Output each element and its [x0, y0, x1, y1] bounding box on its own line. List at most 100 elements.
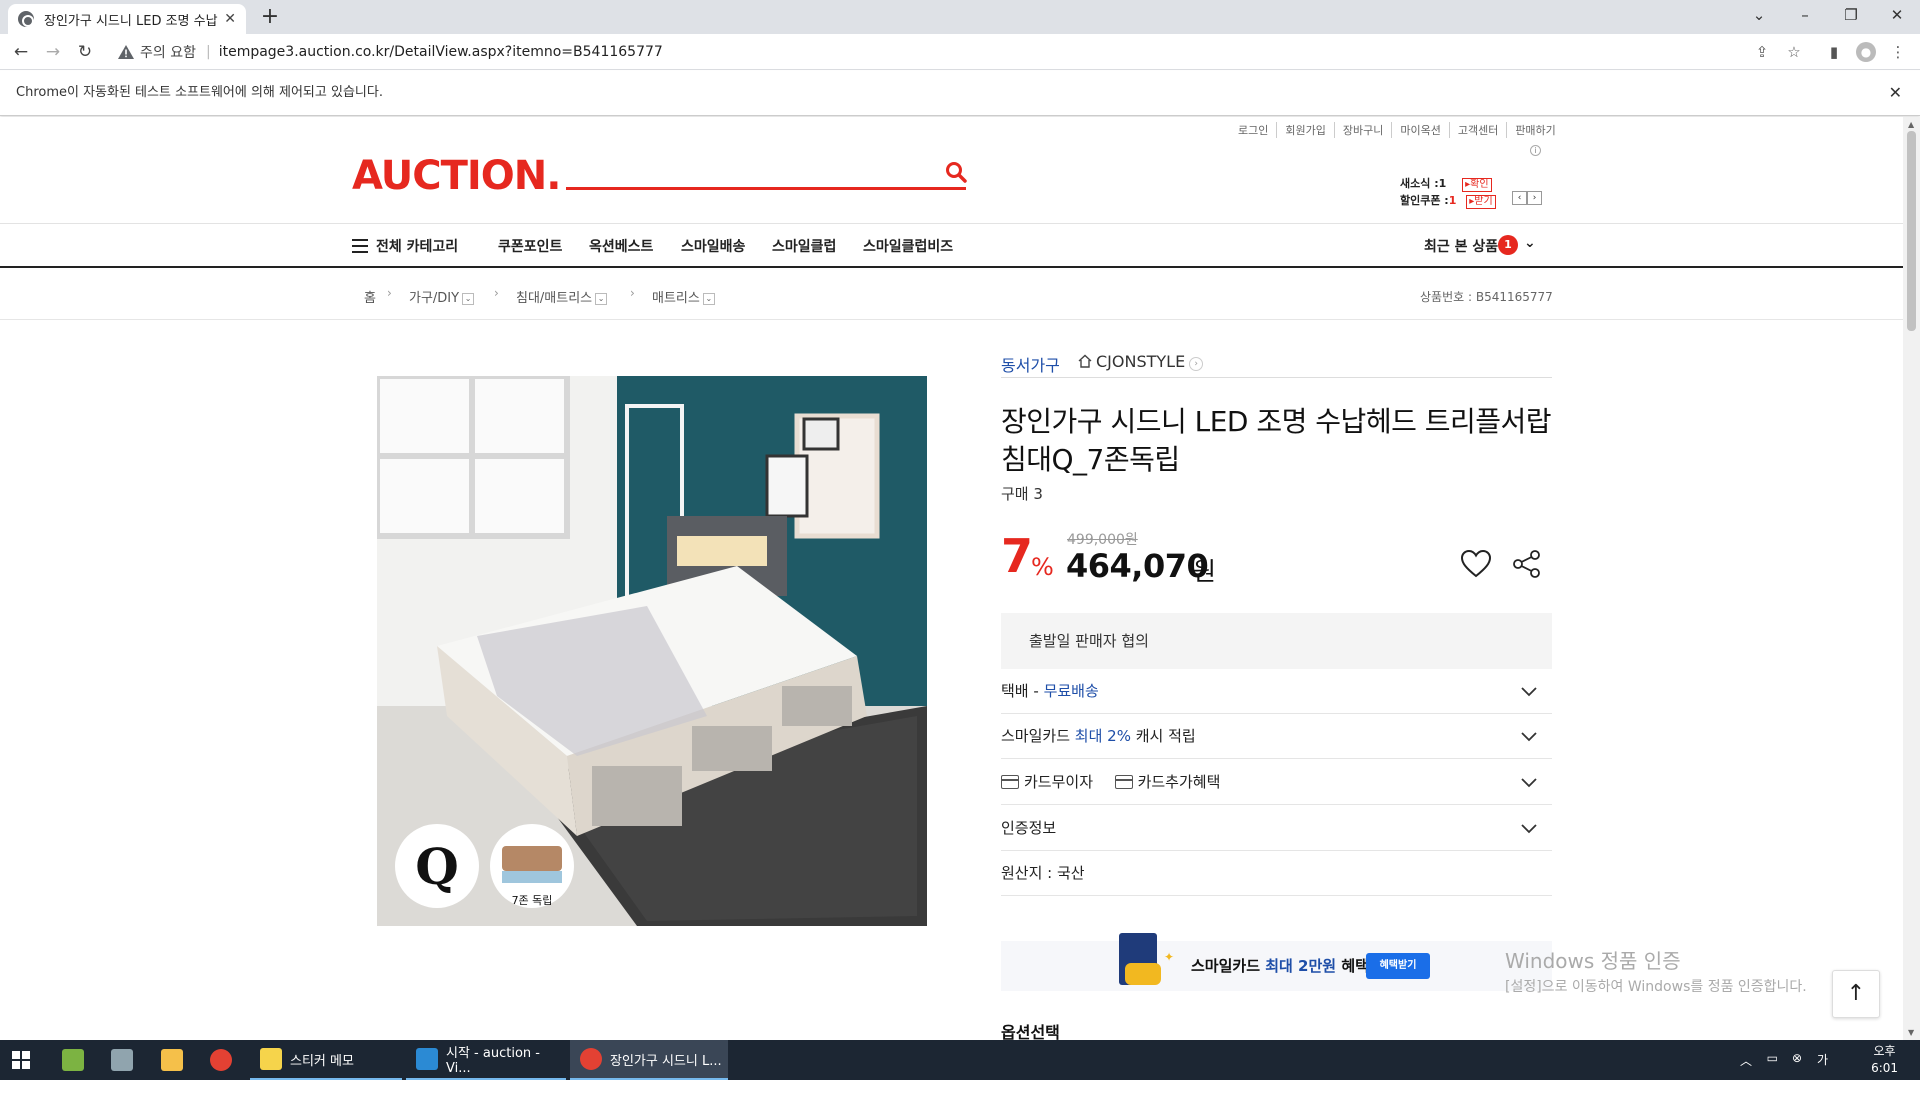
delivery-value: 무료배송 — [1043, 682, 1099, 700]
news-count: 1 — [1438, 177, 1447, 190]
sell-link[interactable]: 판매하기 — [1506, 122, 1563, 138]
signup-link[interactable]: 회원가입 — [1276, 122, 1333, 138]
seller-link[interactable]: 동서가구 — [1001, 352, 1060, 376]
reload-button[interactable]: ↻ — [73, 40, 97, 64]
page-scrollbar[interactable]: ▲ ▼ — [1903, 117, 1920, 1040]
hamburger-icon[interactable] — [352, 239, 368, 253]
back-button[interactable]: ← — [9, 40, 33, 64]
close-window-button[interactable]: ✕ — [1874, 0, 1920, 30]
cart-link[interactable]: 장바구니 — [1333, 122, 1391, 138]
breadcrumb-separator-icon: › — [387, 286, 392, 300]
clock[interactable]: 오후 6:01 2023-04-26 — [1867, 1043, 1902, 1111]
breadcrumb-item[interactable]: 침대/매트리스 ⌄ — [516, 287, 608, 306]
infobar-text: Chrome이 자동화된 테스트 소프트웨어에 의해 제어되고 있습니다. — [16, 85, 383, 100]
chevron-down-icon[interactable] — [1520, 806, 1538, 851]
tab-close-icon[interactable]: ✕ — [224, 11, 236, 27]
search-input[interactable] — [566, 187, 966, 190]
file-explorer-icon[interactable] — [161, 1040, 191, 1080]
photos-app-icon[interactable] — [111, 1040, 141, 1080]
taskbar-vscode[interactable]: 시작 - auction - Vi... — [406, 1040, 566, 1080]
origin-row: 원산지 : 국산 — [1001, 851, 1552, 896]
new-tab-button[interactable]: + — [258, 5, 282, 29]
warning-triangle-icon[interactable] — [118, 45, 134, 59]
delivery-row[interactable]: 택배 - 무료배송 — [1001, 669, 1552, 714]
menu-kebab-icon[interactable]: ⋮ — [1888, 42, 1908, 62]
smilecard-row[interactable]: 스마일카드 최대 2% 캐시 적립 — [1001, 714, 1552, 759]
auction-logo[interactable]: AUCTION. — [352, 153, 561, 199]
chevron-down-icon[interactable] — [1520, 714, 1538, 759]
share-icon[interactable] — [1512, 549, 1542, 579]
ime-icon[interactable]: 가 — [1817, 1051, 1828, 1068]
heart-icon[interactable] — [1460, 549, 1492, 579]
divider — [1001, 377, 1552, 378]
taskbar-sticky-notes[interactable]: 스티커 메모 — [250, 1040, 402, 1080]
profile-avatar-icon[interactable]: ● — [1856, 42, 1876, 62]
restore-button[interactable]: ❐ — [1828, 0, 1874, 30]
next-arrow-icon[interactable]: › — [1527, 191, 1542, 205]
chevron-down-icon[interactable] — [1520, 760, 1538, 805]
all-category-button[interactable]: 전체 카테고리 — [376, 236, 458, 256]
card-benefit-label[interactable]: 카드추가혜택 — [1138, 773, 1221, 791]
cert-info-row[interactable]: 인증정보 — [1001, 806, 1552, 851]
info-icon[interactable]: i — [1530, 145, 1541, 156]
forward-button[interactable]: → — [41, 40, 65, 64]
login-link[interactable]: 로그인 — [1230, 122, 1276, 138]
infobar-close-icon[interactable]: ✕ — [1889, 71, 1902, 114]
card-interest-label[interactable]: 카드무이자 — [1024, 773, 1093, 791]
breadcrumb-item[interactable]: 가구/DIY ⌄ — [409, 287, 475, 306]
chevron-down-icon[interactable]: ⌄ — [1524, 235, 1536, 251]
tab-title: 장인가구 시드니 LED 조명 수납 — [44, 13, 218, 29]
nav-smile-delivery[interactable]: 스마일배송 — [681, 236, 745, 256]
vscode-icon — [416, 1048, 438, 1070]
chrome-app-icon[interactable] — [210, 1040, 240, 1080]
store-link[interactable]: CJONSTYLE › — [1078, 352, 1204, 371]
maps-app-icon[interactable] — [62, 1040, 92, 1080]
nav-coupon-point[interactable]: 쿠폰포인트 — [498, 236, 562, 256]
chevron-down-icon: ⌄ — [462, 292, 475, 305]
nav-smile-club[interactable]: 스마일클럽 — [772, 236, 836, 256]
scroll-up-arrow-icon[interactable]: ▲ — [1908, 120, 1914, 129]
search-icon[interactable] — [945, 161, 967, 183]
address-bar[interactable]: 주의 요함 | itempage3.auction.co.kr/DetailVi… — [108, 37, 1764, 67]
scroll-to-top-button[interactable]: ↑ — [1832, 970, 1880, 1018]
image-badge-q: Q — [415, 837, 459, 896]
news-check-button[interactable]: ▸확인 — [1462, 178, 1492, 192]
taskbar-chrome-window[interactable]: 장인가구 시드니 L... — [570, 1040, 728, 1080]
nav-auction-best[interactable]: 옥션베스트 — [589, 236, 653, 256]
recent-items-label[interactable]: 최근 본 상품 — [1424, 236, 1498, 256]
smilecard-banner[interactable]: ✦ 스마일카드 최대 2만원 혜택! 혜택받기 — [1001, 933, 1552, 991]
browser-tab-active[interactable]: 장인가구 시드니 LED 조명 수납 ✕ — [8, 4, 246, 34]
url-text: itempage3.auction.co.kr/DetailView.aspx?… — [218, 44, 663, 60]
my-auction-link[interactable]: 마이옥션 — [1391, 122, 1448, 138]
tray-chevron-up-icon[interactable]: ︿ — [1740, 1052, 1752, 1069]
breadcrumb-home[interactable]: 홈 — [364, 287, 376, 306]
omnibox-divider: | — [205, 44, 211, 60]
home-icon — [1078, 353, 1092, 368]
share-page-icon[interactable]: ⇪ — [1752, 42, 1772, 62]
scrollbar-thumb[interactable] — [1907, 131, 1916, 331]
network-icon[interactable]: ▭ — [1767, 1051, 1778, 1065]
tab-search-chevron-icon[interactable]: ⌄ — [1736, 0, 1782, 30]
tab-strip: 장인가구 시드니 LED 조명 수납 ✕ + ⌄ – ❐ ✕ — [0, 0, 1920, 34]
get-benefit-button[interactable]: 혜택받기 — [1366, 953, 1430, 979]
product-image[interactable]: Q 7존 독립 — [377, 376, 927, 926]
minimize-button[interactable]: – — [1782, 0, 1828, 30]
customer-center-link[interactable]: 고객센터 — [1448, 122, 1506, 138]
side-panel-icon[interactable]: ▮ — [1824, 42, 1844, 62]
watermark-line2: [설정]으로 이동하여 Windows를 정품 인증합니다. — [1505, 979, 1807, 995]
coupon-get-button[interactable]: ▸받기 — [1466, 195, 1496, 209]
bookmark-star-icon[interactable]: ☆ — [1784, 42, 1804, 62]
volume-muted-icon[interactable]: ⊗ — [1792, 1051, 1802, 1065]
origin-label: 원산지 : 국산 — [1001, 864, 1085, 882]
nav-smile-club-biz[interactable]: 스마일클럽비즈 — [863, 236, 953, 256]
automation-infobar: Chrome이 자동화된 테스트 소프트웨어에 의해 제어되고 있습니다. ✕ — [0, 71, 1920, 116]
coupon-box: 할인쿠폰 :1 ▸받기 — [1400, 192, 1496, 209]
card-benefit-row[interactable]: 카드무이자 카드추가혜택 — [1001, 760, 1552, 805]
scroll-down-arrow-icon[interactable]: ▼ — [1908, 1028, 1914, 1037]
chevron-down-icon[interactable] — [1520, 669, 1538, 714]
breadcrumb-item[interactable]: 매트리스 ⌄ — [652, 287, 715, 306]
coin-icon — [1125, 963, 1161, 985]
breadcrumb-separator-icon: › — [494, 286, 499, 300]
start-button[interactable] — [12, 1040, 38, 1080]
prev-arrow-icon[interactable]: ‹ — [1512, 191, 1527, 205]
